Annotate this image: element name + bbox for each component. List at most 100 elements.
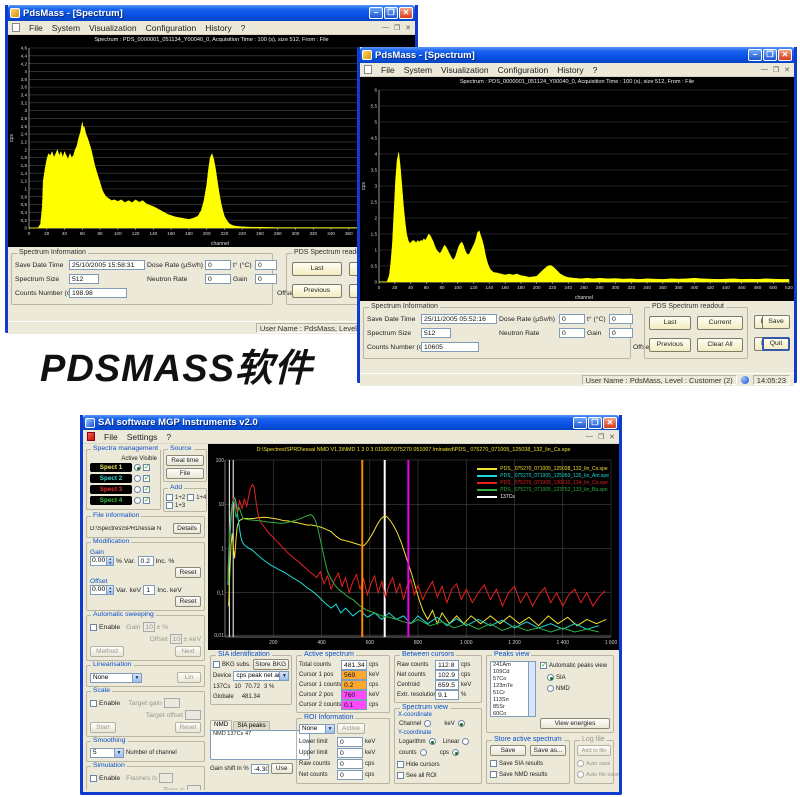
last-button[interactable]: Last [649,316,691,330]
tab-sia-peaks[interactable]: SIA peaks [233,721,269,730]
previous-button[interactable]: Previous [292,284,342,298]
view-energies-button[interactable]: View energies [540,718,610,729]
gain-field[interactable]: 0 [255,274,277,284]
roi-upper-field[interactable]: 0 [337,748,363,758]
menu-system[interactable]: System [404,65,432,75]
gain-shift-field[interactable]: -4.30 [251,764,269,774]
logarithm-radio[interactable] [429,738,436,745]
menu-file[interactable]: File [381,65,395,75]
peaks-listbox[interactable]: 241Am109Cd57Co123mTe51Cr113Sn85Sr60Co137… [490,661,536,717]
spect-2-active-radio[interactable] [134,475,141,482]
linear-radio[interactable] [462,738,469,745]
file-button[interactable]: File [166,468,204,479]
offset-spinner[interactable]: 0.00▲▼ [90,585,114,595]
automatic-peaks-checkbox[interactable] [540,662,547,669]
offset-reset-button[interactable]: Reset [175,596,201,607]
menu-system[interactable]: System [52,23,80,33]
minimize-button[interactable]: − [748,49,762,61]
roi-combo[interactable]: None▼ [299,724,335,734]
scale-enable-checkbox[interactable] [90,700,97,707]
store-bkg-button[interactable]: Store BKG [253,659,289,670]
menu-configuration[interactable]: Configuration [146,23,197,33]
sweeping-enable-checkbox[interactable] [90,624,97,631]
menu-history[interactable]: History [557,65,583,75]
offset-inc-field[interactable]: 1 [143,585,155,595]
kev-radio[interactable] [458,720,465,727]
sia-radio[interactable] [547,674,554,681]
clear-all-button[interactable]: Clear All [697,338,743,352]
menu-visualization[interactable]: Visualization [441,65,489,75]
dose-rate-field[interactable]: 0 [205,260,231,270]
menu-history[interactable]: History [205,23,231,33]
quit-button[interactable]: Quit [762,337,790,351]
hide-cursors-checkbox[interactable] [397,761,404,768]
mdi-controls[interactable]: —❐✕ [382,24,411,32]
spect-2-visible-checkbox[interactable] [143,475,150,482]
close-button[interactable]: ✕ [603,417,617,429]
smoothing-combo[interactable]: 5▼ [90,748,124,758]
tab-nmd[interactable]: NMD [210,720,232,730]
minimize-button[interactable]: − [573,417,587,429]
spect-3-active-radio[interactable] [134,486,141,493]
save-date-field[interactable]: 25/11/2005 05:52:16 [421,314,497,324]
save-sia-results-checkbox[interactable] [490,760,497,767]
cps-radio[interactable] [452,749,459,756]
mdi-controls[interactable]: —❐✕ [586,433,615,441]
menu-help[interactable]: ? [166,432,171,442]
counts-number-field[interactable]: 198.98 [69,288,127,298]
gain-spinner[interactable]: 0.00▲▼ [90,556,114,566]
spect-1-active-radio[interactable] [134,464,141,471]
gain-field[interactable]: 0 [609,328,633,338]
use-button[interactable]: Use [271,763,293,774]
roi-lower-field[interactable]: 0 [337,737,363,747]
neutron-rate-field[interactable]: 0 [205,274,231,284]
save-nmd-results-checkbox[interactable] [490,771,497,778]
close-button[interactable]: ✕ [399,7,413,19]
analysis-chart[interactable]: 2004006008001 0001 2001 4001 6001001010,… [208,444,619,650]
real-time-button[interactable]: Real time [166,455,204,466]
scrollbar[interactable] [528,662,535,716]
mdi-controls[interactable]: —❐✕ [761,66,790,74]
see-all-roi-checkbox[interactable] [397,772,404,779]
gain-inc-field[interactable]: 0.2 [138,556,154,566]
previous-button[interactable]: Previous [649,338,691,352]
add-1-2-checkbox[interactable] [166,494,173,501]
channel-radio[interactable] [424,720,431,727]
menu-file[interactable]: File [104,432,118,442]
dose-rate-field[interactable]: 0 [559,314,585,324]
titlebar[interactable]: PdsMass - [Spectrum] − ❐ ✕ [8,5,415,21]
spect-3-visible-checkbox[interactable] [143,486,150,493]
menu-help[interactable]: ? [241,23,246,33]
menu-configuration[interactable]: Configuration [498,65,549,75]
maximize-button[interactable]: ❐ [384,7,398,19]
current-button[interactable]: Current [697,316,743,330]
maximize-button[interactable]: ❐ [588,417,602,429]
menu-visualization[interactable]: Visualization [89,23,137,33]
last-button[interactable]: Last [292,262,342,276]
details-button[interactable]: Details [173,523,201,534]
close-button[interactable]: ✕ [778,49,792,61]
menu-settings[interactable]: Settings [127,432,158,442]
add-1-3-checkbox[interactable] [166,502,173,509]
spectrum-size-field[interactable]: 512 [421,328,451,338]
minimize-button[interactable]: − [369,7,383,19]
simulation-enable-checkbox[interactable] [90,775,97,782]
nmd-radio[interactable] [547,685,554,692]
spect-1-visible-checkbox[interactable] [143,464,150,471]
titlebar[interactable]: PdsMass - [Spectrum] − ❐ ✕ [360,47,794,63]
save-button[interactable]: Save [762,315,790,329]
device-combo[interactable]: cps peak net area▼ [233,671,289,681]
add-1-4-checkbox[interactable] [187,494,194,501]
save-as-button[interactable]: Save as... [530,745,566,756]
spect-4-visible-checkbox[interactable] [143,497,150,504]
save-date-field[interactable]: 25/10/2005 15:58:31 [69,260,145,270]
titlebar[interactable]: SAI software MGP Instruments v2.0 − ❐ ✕ [83,415,619,430]
save-button[interactable]: Save [490,745,526,756]
counts-number-field[interactable]: 10605 [421,342,479,352]
temperature-field[interactable]: 0 [255,260,277,270]
gain-reset-button[interactable]: Reset [175,567,201,578]
maximize-button[interactable]: ❐ [763,49,777,61]
bkg-subs-checkbox[interactable] [213,661,220,668]
spectrum-size-field[interactable]: 512 [69,274,99,284]
menu-file[interactable]: File [29,23,43,33]
